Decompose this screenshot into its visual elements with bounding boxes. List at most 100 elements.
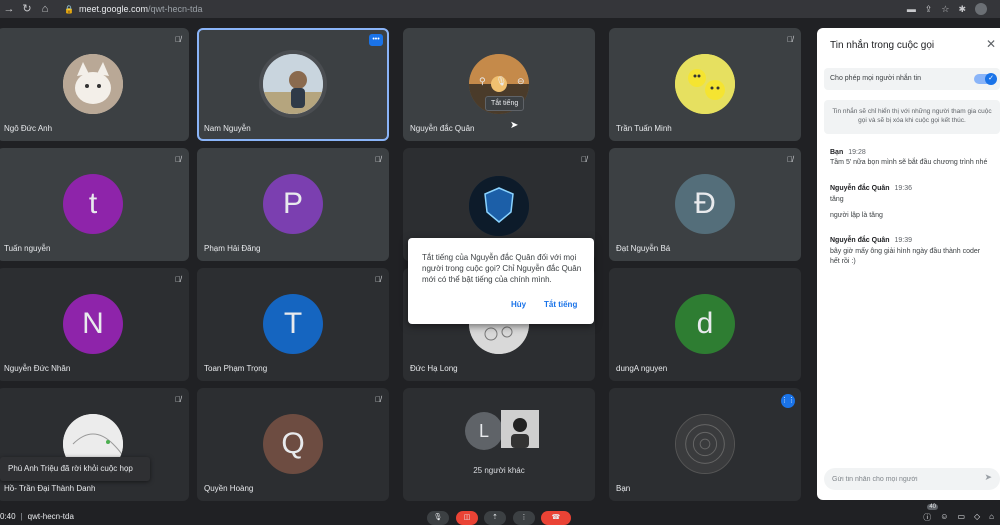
participant-name: dungA nguyen bbox=[616, 364, 668, 373]
participant-name: Phạm Hải Đăng bbox=[204, 244, 261, 253]
avatar-letter: t bbox=[88, 187, 98, 220]
meeting-code: qwt-hecn-tda bbox=[27, 512, 74, 521]
camera-icon[interactable]: ▬ bbox=[907, 4, 916, 14]
forward-icon[interactable]: → bbox=[0, 0, 18, 18]
participant-name: Đạt Nguyễn Bá bbox=[616, 244, 671, 253]
more-options-icon[interactable]: ••• bbox=[369, 34, 383, 46]
participant-tile[interactable]: N 🎙̸ Nguyễn Đức Nhân bbox=[0, 268, 189, 381]
participant-tile[interactable]: T 🎙̸ Toan Phạm Trọng bbox=[197, 268, 389, 381]
participant-tile[interactable]: d dungA nguyen bbox=[609, 268, 801, 381]
close-icon[interactable]: ✕ bbox=[986, 37, 996, 51]
chat-message-input[interactable] bbox=[832, 472, 972, 486]
side-panel-buttons: ⓘ ☺ ▭ ◇ ⌂ bbox=[923, 512, 994, 523]
activities-icon[interactable]: ◇ bbox=[974, 512, 980, 523]
participant-tile[interactable]: P 🎙̸ Phạm Hải Đăng bbox=[197, 148, 389, 261]
mute-button[interactable]: Tắt tiếng bbox=[544, 300, 577, 309]
chat-compose: ➤ bbox=[824, 468, 1000, 490]
meeting-time: 0:40 bbox=[0, 512, 16, 521]
share-icon[interactable]: ⇪ bbox=[925, 4, 933, 15]
video-grid: 🎙̸ Ngô Đức Anh ••• Nam Nguyễn ⚲ 🎙 ⊖ Tắt … bbox=[0, 18, 812, 504]
others-avatar-letter: L bbox=[465, 412, 503, 450]
avatar-letter: T bbox=[283, 307, 303, 340]
cancel-button[interactable]: Hủy bbox=[511, 300, 526, 309]
profile-avatar[interactable] bbox=[975, 3, 987, 15]
leave-call-button[interactable]: ☎ bbox=[541, 511, 571, 525]
people-icon[interactable]: ☺ bbox=[940, 512, 948, 523]
chat-notice: Tin nhắn sẽ chỉ hiển thị với những người… bbox=[824, 100, 1000, 134]
others-tile[interactable]: L 25 người khác bbox=[403, 388, 595, 501]
avatar-letter: d bbox=[696, 307, 714, 340]
home-icon[interactable]: ⌂ bbox=[36, 0, 54, 18]
person-photo bbox=[501, 410, 539, 448]
meeting-info: 0:40 | qwt-hecn-tda bbox=[0, 512, 74, 521]
send-icon[interactable]: ➤ bbox=[984, 472, 992, 483]
participant-name: Tuấn nguyễn bbox=[4, 244, 51, 253]
emoji-photo bbox=[675, 54, 735, 114]
allow-messages-label: Cho phép mọi người nhắn tin bbox=[830, 75, 921, 82]
camera-off-button[interactable]: ◫ bbox=[456, 511, 478, 525]
others-count: 25 người khác bbox=[473, 466, 525, 475]
participant-name: Bạn bbox=[616, 484, 631, 493]
avatar: P bbox=[263, 174, 323, 234]
reload-icon[interactable]: ↻ bbox=[18, 0, 36, 18]
participant-name: Nguyễn Đức Nhân bbox=[4, 364, 71, 373]
avatar bbox=[469, 176, 529, 236]
remove-icon[interactable]: ⊖ bbox=[517, 76, 525, 87]
message-header: Bạn 19:28 bbox=[830, 149, 866, 156]
participant-tile[interactable]: ••• Nam Nguyễn bbox=[197, 28, 389, 141]
mic-off-icon: 🎙̸ bbox=[175, 155, 181, 164]
allow-messages-row: Cho phép mọi người nhắn tin ✓ bbox=[824, 68, 1000, 90]
participant-tile[interactable]: 🎙̸ Ngô Đức Anh bbox=[0, 28, 189, 141]
mic-icon[interactable]: 🎙 bbox=[496, 76, 507, 87]
mic-off-icon: 🎙̸ bbox=[581, 155, 587, 164]
extensions-icon[interactable]: ✱ bbox=[958, 4, 966, 15]
avatar: T bbox=[263, 294, 323, 354]
participant-tile[interactable]: t 🎙̸ Tuấn nguyễn bbox=[0, 148, 189, 261]
participant-name: Ngô Đức Anh bbox=[4, 124, 53, 133]
participants-badge: 40 bbox=[927, 504, 938, 510]
mic-button[interactable]: 🎙 bbox=[427, 511, 449, 525]
cat-photo bbox=[63, 54, 123, 114]
tile-hover-controls: ⚲ 🎙 ⊖ bbox=[479, 76, 525, 87]
avatar-letter: N bbox=[82, 307, 104, 340]
avatar bbox=[675, 414, 735, 474]
lock-icon[interactable]: ⌂ bbox=[989, 512, 994, 523]
participant-tile[interactable]: Q 🎙̸ Quyền Hoàng bbox=[197, 388, 389, 501]
mute-tooltip: Tắt tiếng bbox=[485, 96, 525, 111]
chat-panel-title: Tin nhắn trong cuộc gọi bbox=[830, 40, 935, 51]
participant-tile[interactable]: ⚲ 🎙 ⊖ Tắt tiếng ➤ Nguyễn đắc Quân bbox=[403, 28, 595, 141]
chat-panel: Tin nhắn trong cuộc gọi ✕ Cho phép mọi n… bbox=[817, 28, 1000, 500]
participant-tile[interactable]: Đ 🎙̸ Đạt Nguyễn Bá bbox=[609, 148, 801, 261]
avatar: d bbox=[675, 294, 735, 354]
others-avatar-photo bbox=[501, 410, 539, 448]
mic-off-icon: 🎙̸ bbox=[787, 35, 793, 44]
participant-tile[interactable]: 🎙̸ Trần Tuấn Minh bbox=[609, 28, 801, 141]
message-text: bây giờ mấy ông giải hình ngày đầu thành… bbox=[830, 248, 981, 265]
speaking-indicator-icon: ⋮⋮ bbox=[781, 394, 795, 408]
participant-tile[interactable]: 🎙̸ Hồ- Trần Đại Thành Danh bbox=[0, 388, 189, 501]
info-icon[interactable]: ⓘ bbox=[923, 512, 931, 523]
message-text: người lập là tăng bbox=[830, 212, 883, 219]
url-path: /qwt-hecn-tda bbox=[148, 4, 203, 14]
present-button[interactable]: ⇡ bbox=[484, 511, 506, 525]
participant-name: Trần Tuấn Minh bbox=[616, 124, 672, 133]
self-tile[interactable]: ⋮⋮ Bạn bbox=[609, 388, 801, 501]
more-options-button[interactable]: ⋮ bbox=[513, 511, 535, 525]
participant-name: Quyền Hoàng bbox=[204, 484, 254, 493]
mic-off-icon: 🎙̸ bbox=[375, 395, 381, 404]
participant-name: Hồ- Trần Đại Thành Danh bbox=[4, 484, 96, 493]
browser-toolbar: → ↻ ⌂ 🔒 meet.google.com/qwt-hecn-tda ▬ ⇪… bbox=[0, 0, 1000, 18]
message-header: Nguyễn đắc Quân 19:39 bbox=[830, 237, 913, 244]
message-header: Nguyễn đắc Quân 19:36 bbox=[830, 185, 913, 192]
message-text: Tầm 5' nữa bọn mình sẽ bắt đầu chương tr… bbox=[830, 159, 988, 166]
participant-name: Nguyễn đắc Quân bbox=[410, 124, 475, 133]
address-bar[interactable]: 🔒 meet.google.com/qwt-hecn-tda ▬ ⇪ ☆ ✱ bbox=[58, 2, 993, 16]
allow-messages-toggle[interactable]: ✓ bbox=[974, 73, 997, 85]
participant-name: Đức Hạ Long bbox=[410, 364, 458, 373]
pin-icon[interactable]: ⚲ bbox=[479, 76, 486, 87]
participant-name: Nam Nguyễn bbox=[204, 124, 251, 133]
bookmark-star-icon[interactable]: ☆ bbox=[941, 4, 949, 15]
chat-icon[interactable]: ▭ bbox=[957, 512, 965, 523]
avatar: Q bbox=[263, 414, 323, 474]
message-text: tăng bbox=[830, 196, 844, 203]
